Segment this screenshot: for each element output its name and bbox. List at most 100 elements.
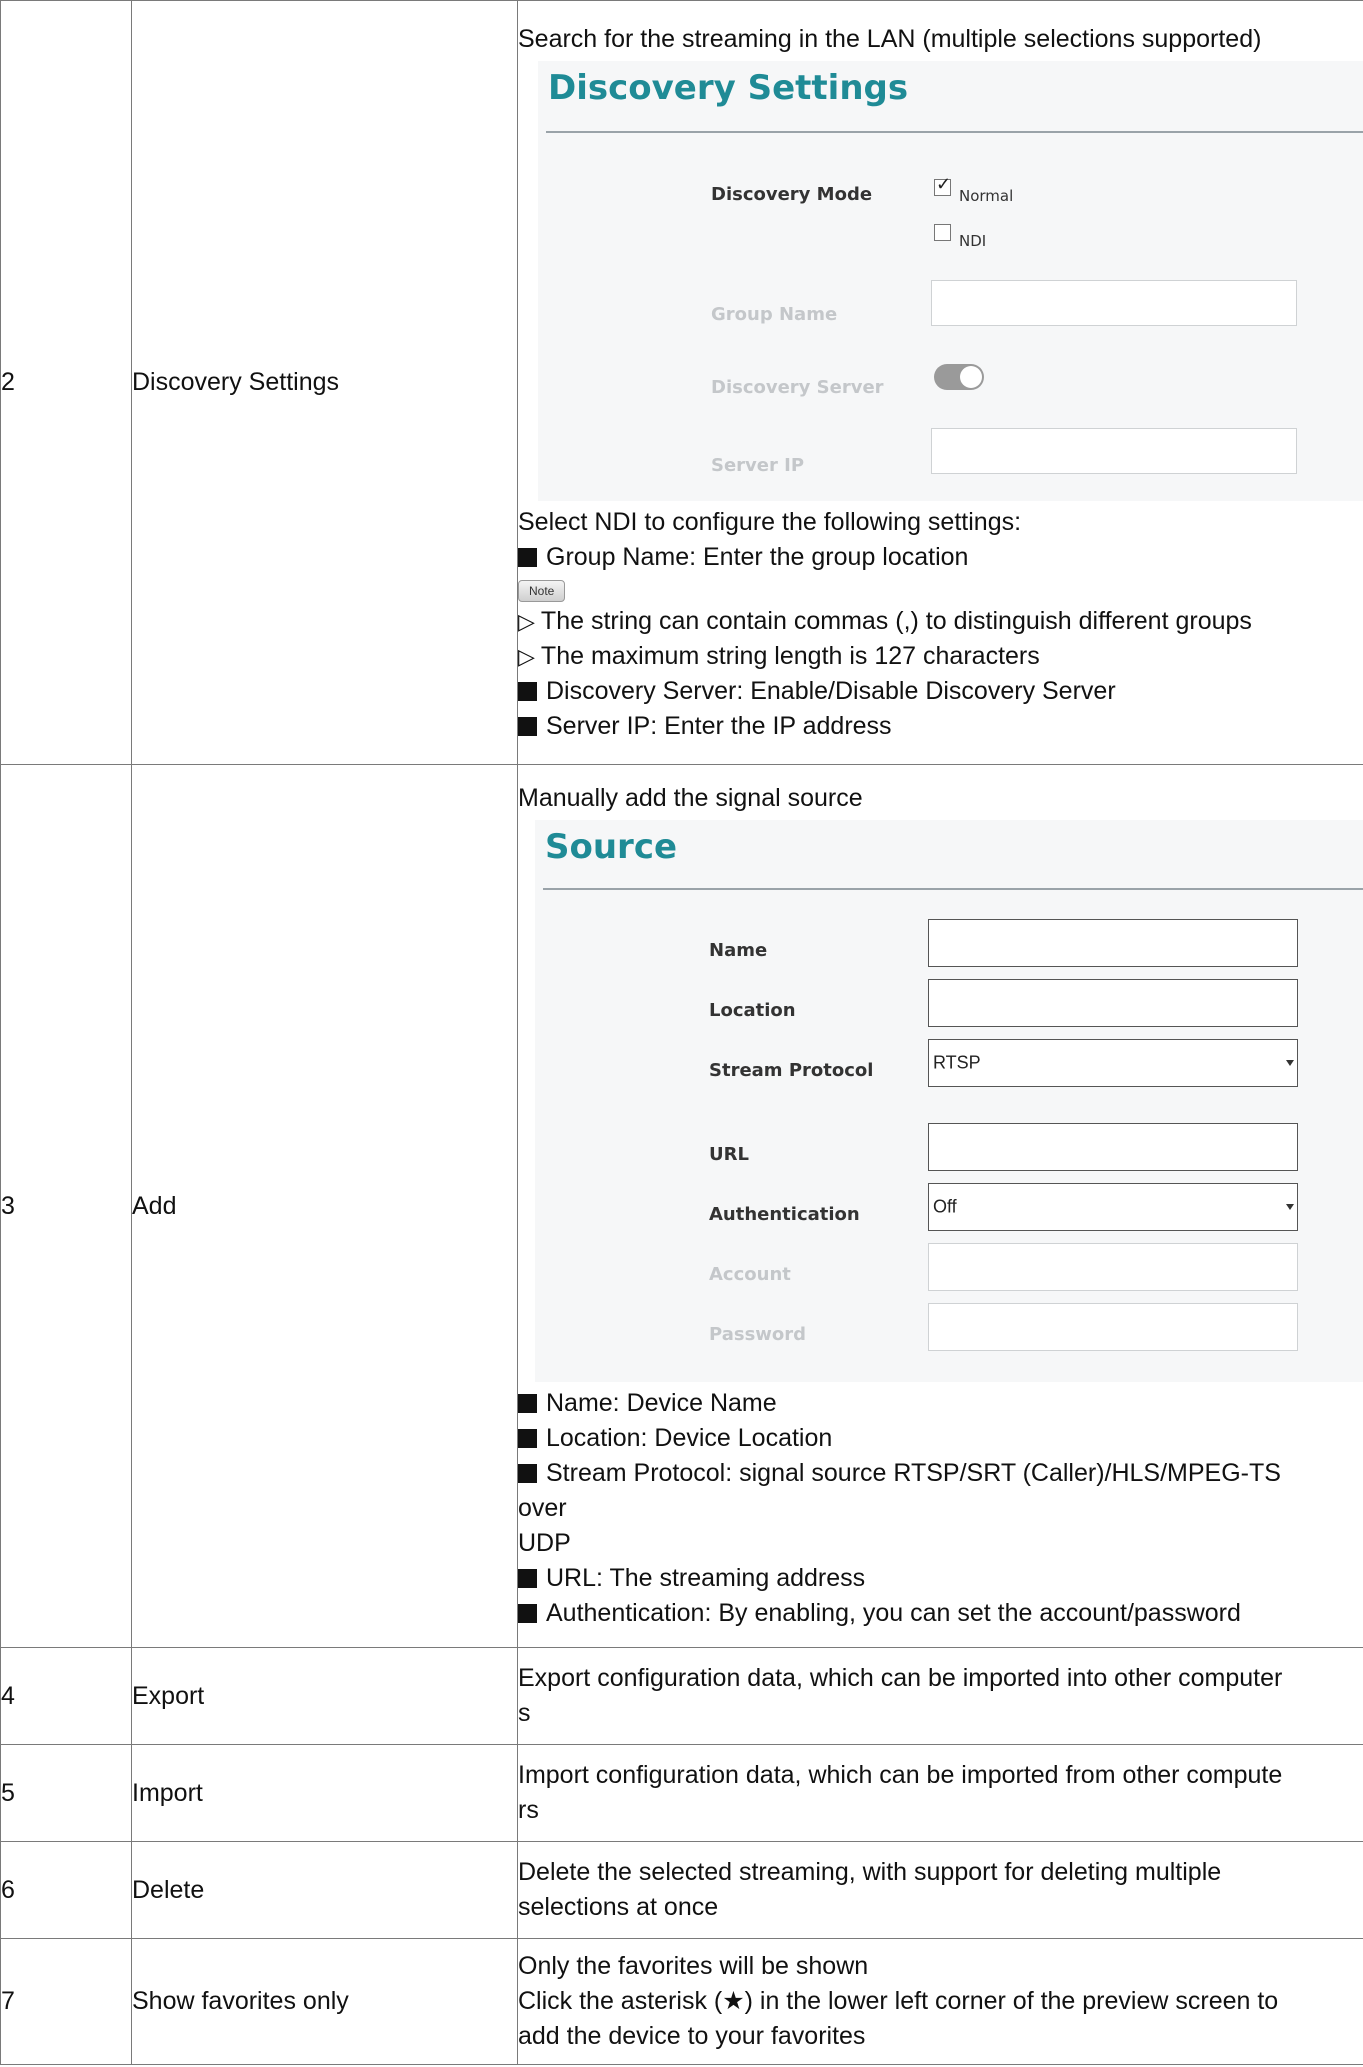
triangle-bullet-icon: ▷ [518, 608, 535, 634]
desc-line: over [518, 1494, 567, 1522]
bullet-text: Group Name: Enter the group location [546, 542, 969, 571]
desc-bullet-line: Group Name: Enter the group location [518, 540, 1363, 575]
row-number: 7 [0, 1938, 132, 2065]
panel-divider [546, 130, 1363, 133]
row-description: Only the favorites will be shown Click t… [517, 1938, 1363, 2065]
desc-bullet-line: Authentication: By enabling, you can set… [518, 1596, 1363, 1631]
authentication-value: Off [933, 1196, 957, 1217]
desc-line: Import configuration data, which can be … [518, 1761, 1283, 1789]
discovery-server-label: Discovery Server [711, 376, 884, 398]
row-number: 5 [0, 1744, 132, 1842]
row-number: 4 [0, 1647, 132, 1745]
table-row: 2 Discovery Settings Search for the stre… [0, 0, 1363, 765]
square-bullet-icon [518, 1604, 537, 1623]
check-icon: ✓ [936, 173, 952, 194]
square-bullet-icon [518, 1569, 537, 1588]
desc-bullet-line: Location: Device Location [518, 1421, 1363, 1456]
square-bullet-icon [518, 1429, 537, 1448]
normal-option-label: Normal [959, 186, 1014, 205]
url-input[interactable] [928, 1123, 1298, 1171]
normal-checkbox[interactable]: ✓ [934, 174, 951, 196]
location-input[interactable] [928, 979, 1298, 1027]
server-ip-input[interactable] [931, 427, 1297, 474]
row-description: Search for the streaming in the LAN (mul… [517, 0, 1363, 765]
row-number: 3 [0, 764, 132, 1648]
chevron-down-icon [1286, 1204, 1294, 1210]
ndi-option-label: NDI [959, 231, 987, 250]
desc-line: selections at once [518, 1893, 719, 1921]
row-number: 6 [0, 1841, 132, 1939]
server-ip-label: Server IP [711, 454, 805, 476]
group-name-label: Group Name [711, 303, 838, 325]
row-name: Show favorites only [131, 1938, 518, 2065]
table-row: 5 Import Import configuration data, whic… [0, 1744, 1363, 1842]
authentication-select[interactable]: Off [928, 1183, 1298, 1231]
desc-line: rs [518, 1796, 539, 1824]
bullet-text: Authentication: By enabling, you can set… [546, 1599, 1241, 1627]
square-bullet-icon [518, 716, 537, 736]
desc-line: Select NDI to configure the following se… [518, 507, 1022, 536]
panel-divider [543, 888, 1363, 890]
name-input[interactable] [928, 919, 1298, 967]
row-name: Discovery Settings [131, 0, 518, 765]
row-description: Export configuration data, which can be … [517, 1647, 1363, 1745]
row-name: Delete [131, 1841, 518, 1939]
stream-protocol-select[interactable]: RTSP [928, 1039, 1298, 1087]
desc-line: add the device to your favorites [518, 2022, 866, 2050]
discovery-server-toggle[interactable] [934, 363, 984, 390]
desc-line: s [518, 1699, 531, 1727]
square-bullet-icon [518, 1394, 537, 1413]
panel-title: Discovery Settings [548, 67, 909, 108]
square-bullet-icon [518, 1464, 537, 1483]
desc-line: Export configuration data, which can be … [518, 1664, 1283, 1692]
password-input[interactable] [928, 1303, 1298, 1351]
desc-line: Click the asterisk (★) in the lower left… [518, 1987, 1279, 2015]
bullet-text: Server IP: Enter the IP address [546, 711, 892, 740]
note-line: Note [518, 575, 1363, 604]
row-description: Manually add the signal source Source Na… [517, 764, 1363, 1648]
protocol-value: RTSP [933, 1052, 981, 1073]
discovery-mode-label: Discovery Mode [711, 183, 873, 205]
row-description: Delete the selected streaming, with supp… [517, 1841, 1363, 1939]
account-label: Account [709, 1264, 791, 1285]
table-row: 4 Export Export configuration data, whic… [0, 1647, 1363, 1745]
authentication-label: Authentication [709, 1204, 860, 1225]
desc-bullet-line: URL: The streaming address [518, 1561, 1363, 1596]
square-bullet-icon [518, 681, 537, 701]
table-row: 3 Add Manually add the signal source Sou… [0, 764, 1363, 1648]
row-name: Export [131, 1647, 518, 1745]
row-name: Add [131, 764, 518, 1648]
square-bullet-icon [518, 547, 537, 567]
bullet-text: Name: Device Name [546, 1389, 777, 1417]
function-table: 2 Discovery Settings Search for the stre… [0, 0, 1363, 2065]
desc-line: Only the favorites will be shown [518, 1952, 869, 1980]
note-badge: Note [518, 579, 566, 602]
desc-intro: Search for the streaming in the LAN (mul… [518, 24, 1262, 53]
desc-sub-line: ▷ The maximum string length is 127 charac… [518, 639, 1363, 674]
sub-text: The string can contain commas (,) to dis… [540, 606, 1252, 635]
sub-text: The maximum string length is 127 charact… [540, 641, 1040, 670]
toggle-knob [960, 365, 982, 388]
stream-protocol-label: Stream Protocol [709, 1060, 874, 1081]
row-description: Import configuration data, which can be … [517, 1744, 1363, 1842]
desc-intro: Manually add the signal source [518, 784, 863, 812]
desc-bullet-line: Server IP: Enter the IP address [518, 709, 1363, 744]
desc-sub-line: ▷ The string can contain commas (,) to di… [518, 604, 1363, 639]
bullet-text: URL: The streaming address [546, 1564, 866, 1592]
location-label: Location [709, 1000, 796, 1021]
desc-line: Delete the selected streaming, with supp… [518, 1858, 1222, 1886]
desc-bullet-line: Discovery Server: Enable/Disable Discove… [518, 674, 1363, 709]
ndi-checkbox[interactable] [934, 223, 951, 241]
panel-title: Source [545, 827, 678, 867]
name-label: Name [709, 940, 768, 961]
url-label: URL [709, 1144, 749, 1165]
desc-bullet-line: Name: Device Name [518, 1386, 1363, 1421]
password-label: Password [709, 1324, 807, 1345]
table-row: 6 Delete Delete the selected streaming, … [0, 1841, 1363, 1939]
bullet-text: Stream Protocol: signal source RTSP/SRT … [546, 1459, 1281, 1487]
row-name: Import [131, 1744, 518, 1842]
account-input[interactable] [928, 1243, 1298, 1291]
desc-line: UDP [518, 1529, 571, 1557]
group-name-input[interactable] [931, 279, 1297, 326]
table-row: 7 Show favorites only Only the favorites… [0, 1938, 1363, 2065]
